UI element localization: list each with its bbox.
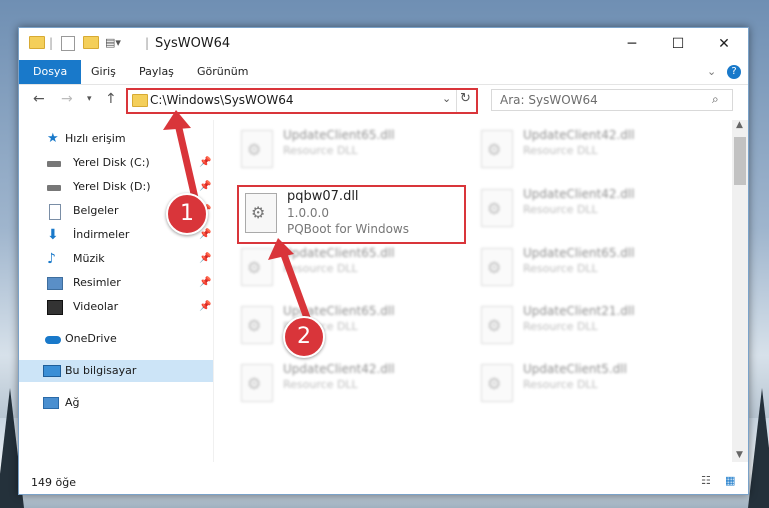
arrow-2-shaft <box>279 250 314 328</box>
annotation-overlay <box>163 110 314 328</box>
arrow-1-head <box>163 110 191 130</box>
arrow-1-shaft <box>174 123 199 199</box>
step-badge-1: 1 <box>166 193 208 235</box>
arrow-2-head <box>268 238 294 260</box>
step-badge-2: 2 <box>283 316 325 358</box>
